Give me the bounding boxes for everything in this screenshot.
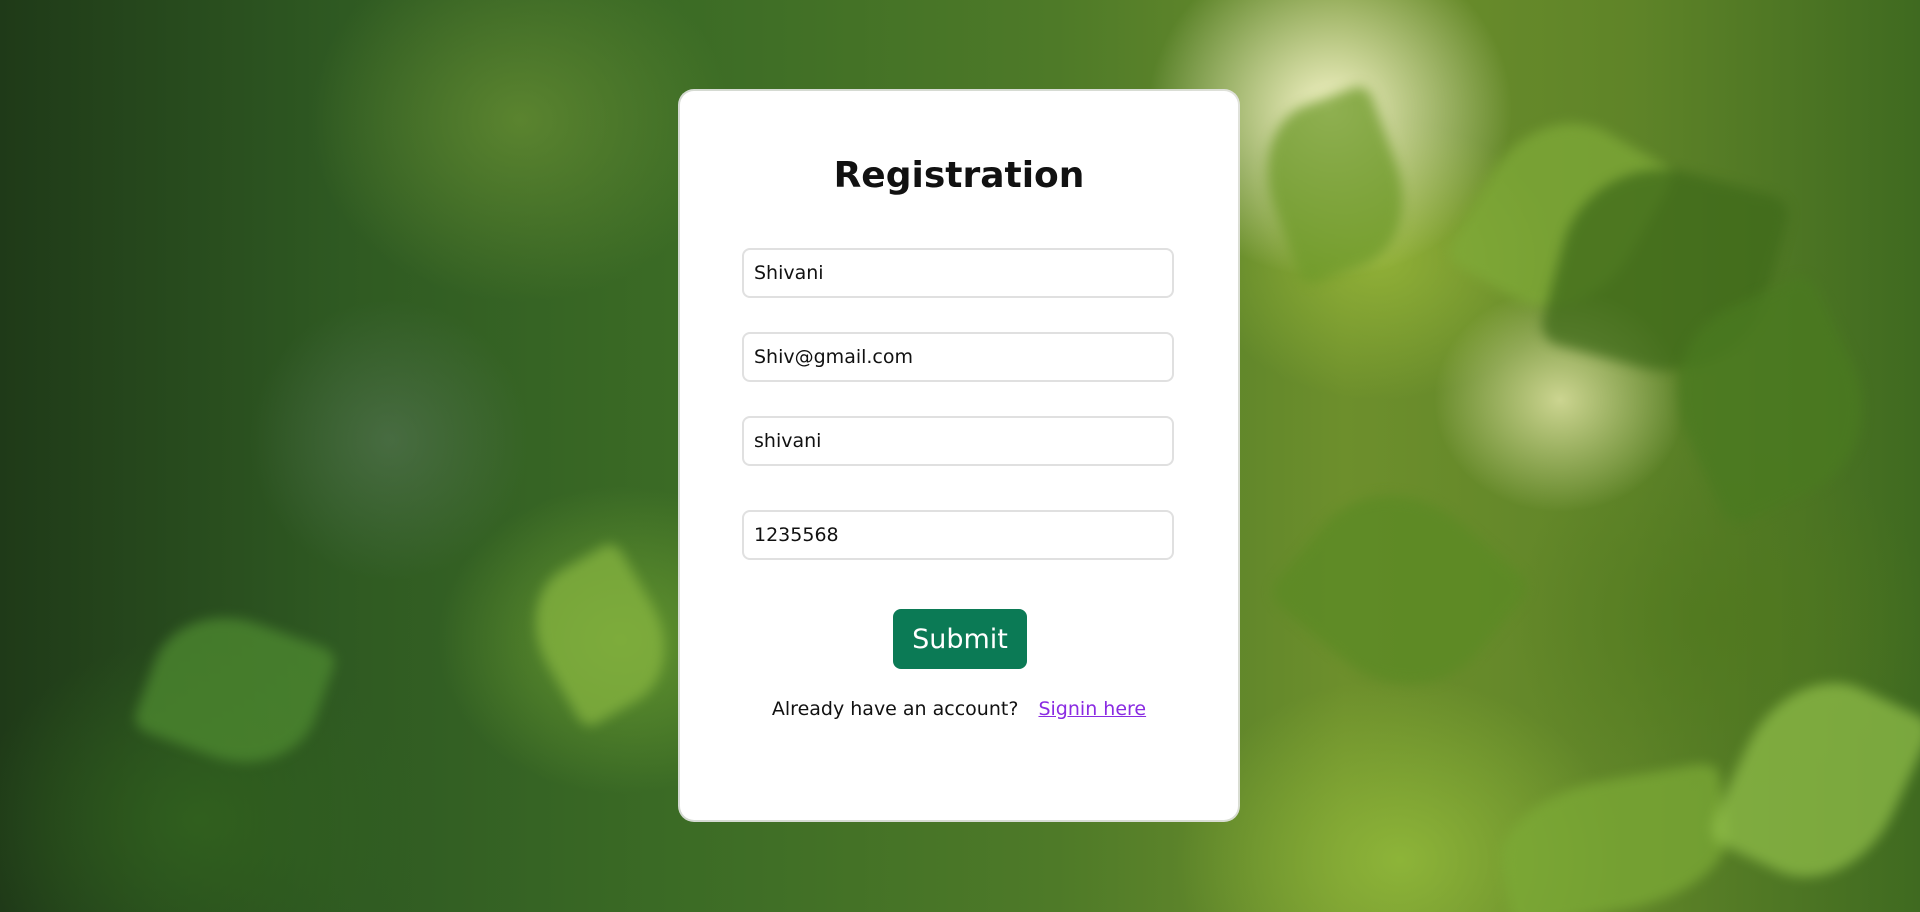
signin-link[interactable]: Signin here [1038, 698, 1146, 720]
background-leaf [131, 595, 339, 785]
background-leaf [510, 540, 690, 730]
background-leaf [1265, 456, 1535, 724]
page-title: Registration [833, 155, 1085, 196]
signin-prompt: Already have an account? Signin here [680, 698, 1238, 720]
email-field[interactable] [742, 332, 1174, 382]
submit-button[interactable]: Submit [893, 609, 1027, 669]
background-leaf [1705, 655, 1920, 905]
name-field[interactable] [742, 248, 1174, 298]
password-field[interactable] [742, 510, 1174, 560]
account-prompt-text: Already have an account? [771, 698, 1019, 720]
username-field[interactable] [742, 416, 1174, 466]
background-leaf [1244, 82, 1426, 288]
registration-card: Registration Submit Already have an acco… [680, 91, 1238, 820]
background-leaf [1490, 761, 1740, 912]
